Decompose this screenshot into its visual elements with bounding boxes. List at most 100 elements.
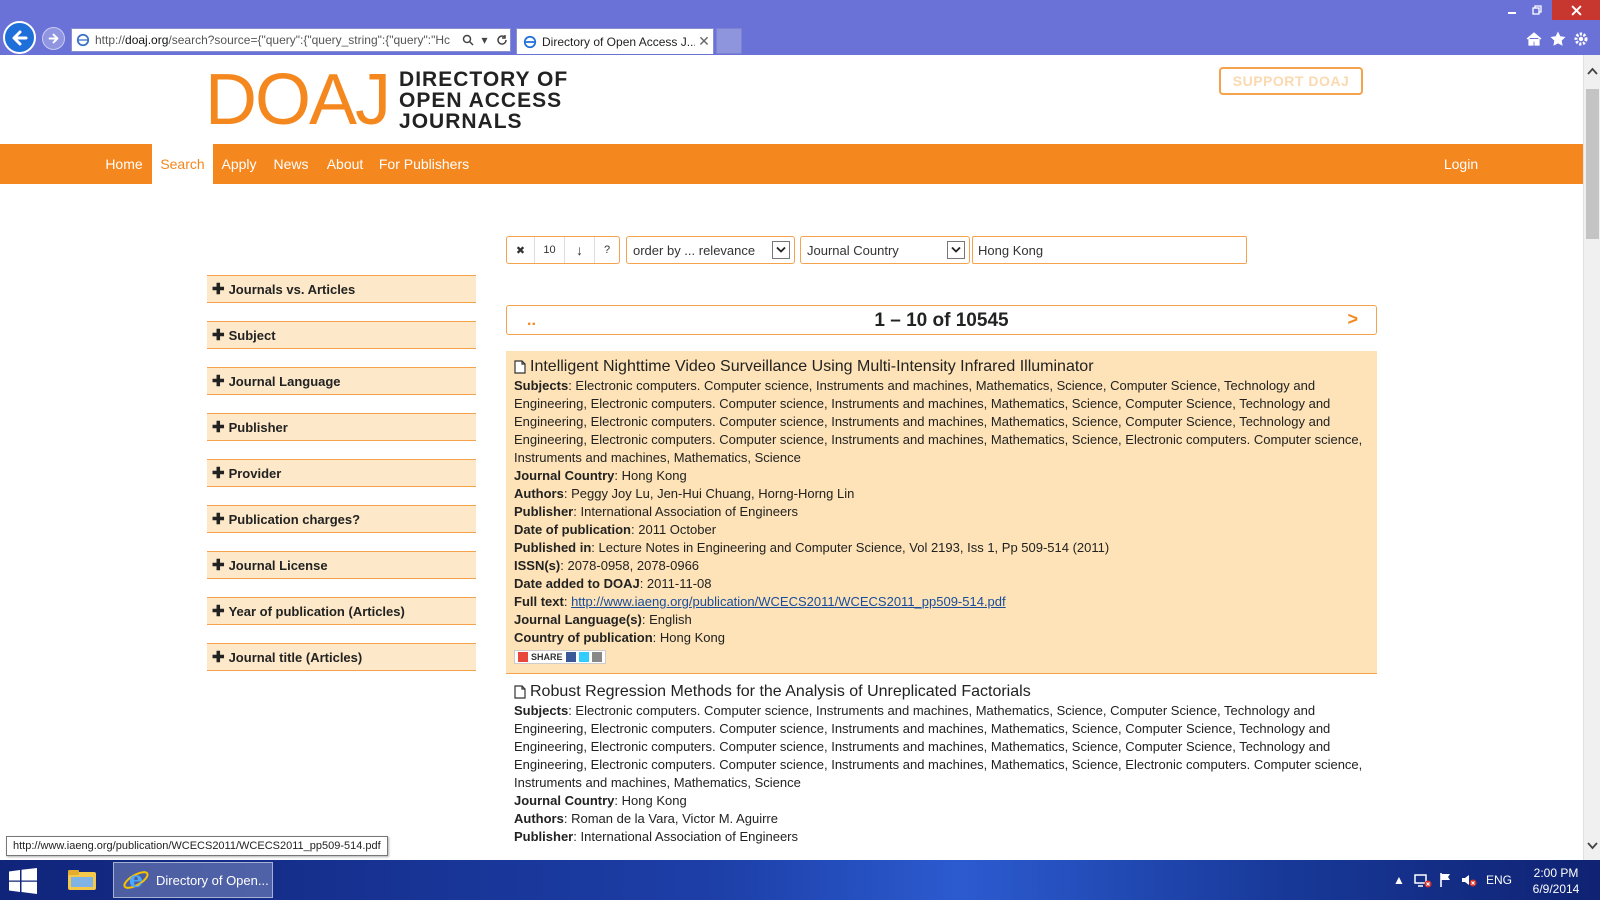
dropdown-icon[interactable]: ▾ xyxy=(476,30,493,50)
home-icon[interactable] xyxy=(1524,29,1544,49)
system-clock[interactable]: 2:00 PM 6/9/2014 xyxy=(1518,865,1594,897)
search-controls: ✖ 10 ↓ ? xyxy=(506,236,620,264)
result-subjects: Subjects: Electronic computers. Computer… xyxy=(514,703,1363,790)
facet-subject[interactable]: ✚ Subject xyxy=(207,321,476,349)
tab-close-icon[interactable]: ✕ xyxy=(695,33,713,50)
clear-search-button[interactable]: ✖ xyxy=(507,237,535,263)
result-publisher: Publisher: International Association of … xyxy=(514,504,799,519)
ie-logo-icon: e xyxy=(123,867,149,893)
result-authors: Authors: Peggy Joy Lu, Jen-Hui Chuang, H… xyxy=(514,486,855,501)
sort-direction-button[interactable]: ↓ xyxy=(565,237,595,263)
order-select-value: order by ... relevance xyxy=(633,242,756,258)
full-text-link[interactable]: http://www.iaeng.org/publication/WCECS20… xyxy=(571,594,1006,609)
logo-text: DIRECTORY OF OPEN ACCESS JOURNALS xyxy=(399,67,569,133)
result-published-in: Published in: Lecture Notes in Engineeri… xyxy=(514,540,1110,555)
menu-about[interactable]: About xyxy=(321,144,369,184)
restore-icon[interactable] xyxy=(1524,0,1550,20)
address-url: http://doaj.org/search?source={"query":{… xyxy=(95,33,451,47)
plus-icon: ✚ xyxy=(212,280,225,298)
result-journal-country: Journal Country: Hong Kong xyxy=(514,793,687,808)
volume-muted-icon[interactable] xyxy=(1460,860,1478,900)
menu-news[interactable]: News xyxy=(268,144,314,184)
taskbar-ie-label: Directory of Open... xyxy=(156,872,269,888)
windows-taskbar: e Directory of Open... ▲ ENG 2:00 PM 6/9… xyxy=(0,860,1600,900)
gear-icon[interactable] xyxy=(1571,29,1591,49)
menu-login[interactable]: Login xyxy=(1435,144,1487,184)
show-hidden-icons[interactable]: ▲ xyxy=(1393,860,1405,900)
next-page-link[interactable]: > xyxy=(1347,309,1358,330)
windows-start-icon[interactable] xyxy=(8,868,38,894)
scroll-up-icon[interactable] xyxy=(1586,65,1599,78)
result-journal-language: Journal Language(s): English xyxy=(514,612,692,627)
scrollbar-thumb[interactable] xyxy=(1586,89,1599,239)
field-select-value: Journal Country xyxy=(807,242,899,258)
menu-search[interactable]: Search xyxy=(152,144,213,184)
new-tab-button[interactable] xyxy=(716,28,742,54)
doaj-logo[interactable]: DOAJ DIRECTORY OF OPEN ACCESS JOURNALS xyxy=(205,60,569,140)
status-url-tooltip: http://www.iaeng.org/publication/WCECS20… xyxy=(6,836,388,856)
action-center-flag-icon[interactable] xyxy=(1438,860,1454,900)
plus-icon: ✚ xyxy=(212,464,225,482)
result-date-of-publication: Date of publication: 2011 October xyxy=(514,522,717,537)
result-issn: ISSN(s): 2078-0958, 2078-0966 xyxy=(514,558,700,573)
folder-icon xyxy=(68,870,96,890)
result-item: Intelligent Nighttime Video Surveillance… xyxy=(506,351,1377,674)
chevron-down-icon xyxy=(947,241,965,259)
plus-icon: ✚ xyxy=(212,648,225,666)
window-close-icon[interactable] xyxy=(1552,0,1600,20)
result-authors: Authors: Roman de la Vara, Victor M. Agu… xyxy=(514,811,778,826)
email-icon xyxy=(591,652,602,662)
result-title[interactable]: Intelligent Nighttime Video Surveillance… xyxy=(514,358,1369,376)
scroll-down-icon[interactable] xyxy=(1586,839,1599,852)
page-scrollbar[interactable] xyxy=(1583,55,1600,860)
arrow-right-icon xyxy=(48,33,59,44)
refresh-icon[interactable] xyxy=(493,30,510,50)
minimize-icon[interactable] xyxy=(1500,0,1524,20)
plus-icon: ✚ xyxy=(212,372,225,390)
page-icon xyxy=(76,33,90,47)
search-icon[interactable] xyxy=(459,30,476,50)
facet-journal-language[interactable]: ✚ Journal Language xyxy=(207,367,476,395)
facet-year-of-publication[interactable]: ✚ Year of publication (Articles) xyxy=(207,597,476,625)
main-menu: Home Search Apply News About For Publish… xyxy=(0,144,1583,184)
search-input[interactable]: Hong Kong xyxy=(972,236,1247,264)
svg-text:e: e xyxy=(129,867,143,893)
plus-icon: ✚ xyxy=(212,602,225,620)
addthis-plus-icon xyxy=(518,652,528,662)
facet-journals-vs-articles[interactable]: ✚ Journals vs. Articles xyxy=(207,275,476,303)
browser-chrome: http://doaj.org/search?source={"query":{… xyxy=(0,0,1600,55)
facebook-icon xyxy=(565,652,576,662)
network-icon[interactable] xyxy=(1414,860,1432,900)
share-button[interactable]: SHARE xyxy=(514,650,606,664)
result-subjects: Subjects: Electronic computers. Computer… xyxy=(514,378,1363,465)
tab-title: Directory of Open Access J... xyxy=(542,34,695,49)
support-doaj-button[interactable]: SUPPORT DOAJ xyxy=(1219,67,1363,95)
facet-publisher[interactable]: ✚ Publisher xyxy=(207,413,476,441)
address-bar[interactable]: http://doaj.org/search?source={"query":{… xyxy=(71,28,511,52)
logo-mark: DOAJ xyxy=(205,60,391,140)
result-date-added: Date added to DOAJ: 2011-11-08 xyxy=(514,576,712,591)
facet-journal-license[interactable]: ✚ Journal License xyxy=(207,551,476,579)
favorites-star-icon[interactable] xyxy=(1548,29,1568,49)
browser-tab[interactable]: Directory of Open Access J... ✕ xyxy=(516,28,714,54)
page-viewport: DOAJ DIRECTORY OF OPEN ACCESS JOURNALS S… xyxy=(0,55,1583,860)
menu-home[interactable]: Home xyxy=(98,144,150,184)
page-size-button[interactable]: 10 xyxy=(535,237,565,263)
menu-for-publishers[interactable]: For Publishers xyxy=(376,144,472,184)
facet-journal-title[interactable]: ✚ Journal title (Articles) xyxy=(207,643,476,671)
taskbar-internet-explorer[interactable]: e Directory of Open... xyxy=(113,862,273,898)
facet-publication-charges[interactable]: ✚ Publication charges? xyxy=(207,505,476,533)
input-language[interactable]: ENG xyxy=(1486,860,1512,900)
order-select[interactable]: order by ... relevance xyxy=(626,236,795,264)
results-count: 1 – 10 of 10545 xyxy=(874,310,1009,331)
menu-apply[interactable]: Apply xyxy=(215,144,263,184)
taskbar-file-explorer[interactable] xyxy=(62,862,102,898)
back-button[interactable] xyxy=(3,21,36,54)
forward-button[interactable] xyxy=(42,27,65,50)
result-title[interactable]: Robust Regression Methods for the Analys… xyxy=(514,683,1369,701)
facet-provider[interactable]: ✚ Provider xyxy=(207,459,476,487)
results-pager: .. 1 – 10 of 10545 > xyxy=(506,305,1377,335)
plus-icon: ✚ xyxy=(212,556,225,574)
field-select[interactable]: Journal Country xyxy=(800,236,970,264)
help-button[interactable]: ? xyxy=(595,237,619,263)
